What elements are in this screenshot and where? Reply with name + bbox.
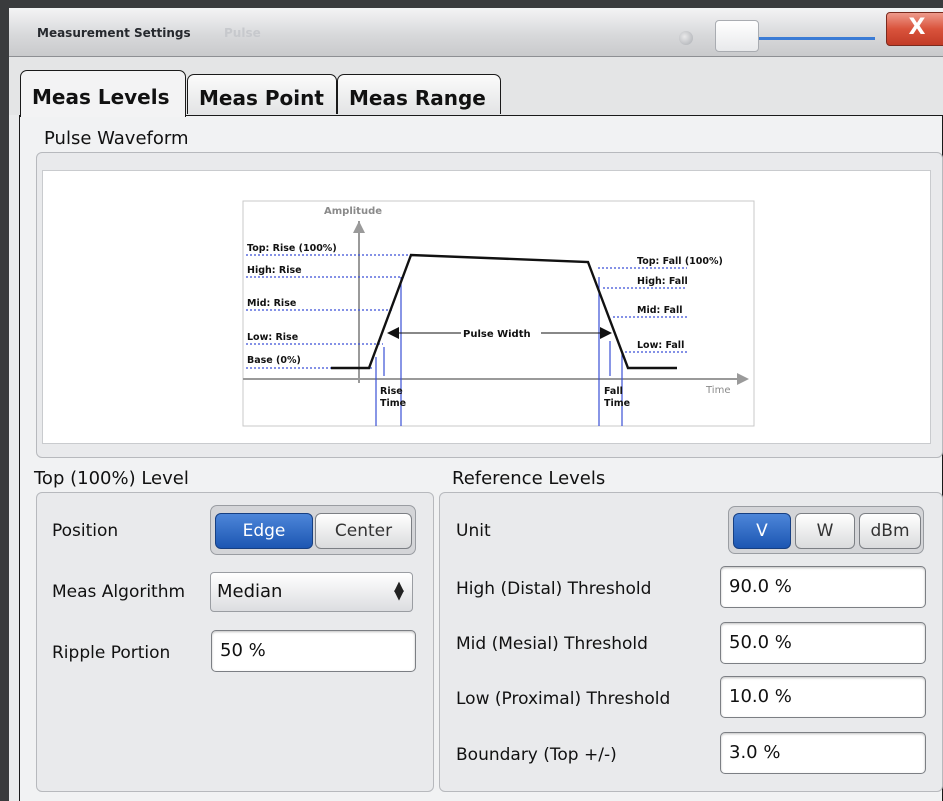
left-level-label: Low: Rise — [247, 332, 298, 343]
boundary-input[interactable]: 3.0 % — [720, 732, 926, 774]
rise-time-label: Rise — [380, 386, 403, 397]
tab-meas-range[interactable]: Meas Range — [337, 74, 501, 114]
right-level-label: High: Fall — [637, 276, 688, 287]
transparency-slider-thumb[interactable] — [715, 20, 759, 52]
window-title: Measurement Settings — [37, 26, 191, 40]
position-center-button[interactable]: Center — [315, 513, 412, 549]
ripple-portion-input[interactable]: 50 % — [211, 630, 416, 672]
position-label: Position — [52, 521, 119, 541]
title-bar: Measurement Settings Pulse X — [9, 8, 943, 57]
ripple-portion-label: Ripple Portion — [52, 643, 171, 663]
high-threshold-input[interactable]: 90.0 % — [720, 566, 926, 608]
pulse-waveform-image: Amplitude Time Pulse Width Top: Rise (10… — [42, 170, 931, 444]
unit-v-button[interactable]: V — [733, 513, 791, 549]
fall-time-label: Fall — [604, 386, 623, 397]
low-threshold-input[interactable]: 10.0 % — [720, 676, 926, 718]
tab-bar: Meas Levels Meas Point Meas Range — [9, 57, 943, 117]
top-level-title: Top (100%) Level — [34, 468, 189, 489]
meas-algorithm-label: Meas Algorithm — [52, 582, 186, 602]
tab-meas-levels[interactable]: Meas Levels — [20, 70, 186, 117]
low-threshold-label: Low (Proximal) Threshold — [456, 689, 671, 709]
right-level-label: Mid: Fall — [637, 305, 682, 316]
position-edge-button[interactable]: Edge — [215, 513, 313, 549]
select-arrows-icon: ▲ ▼ — [394, 579, 404, 603]
high-threshold-label: High (Distal) Threshold — [456, 579, 652, 599]
boundary-label: Boundary (Top +/-) — [456, 745, 617, 765]
pulse-width-label: Pulse Width — [463, 329, 531, 340]
meas-algorithm-select[interactable]: Median ▲ ▼ — [210, 572, 413, 612]
tab-label: Meas Point — [199, 86, 324, 110]
mid-threshold-input[interactable]: 50.0 % — [720, 622, 926, 664]
left-level-label: Top: Rise (100%) — [247, 243, 337, 254]
window-title-ghost: Pulse — [224, 26, 261, 40]
left-level-label: Mid: Rise — [247, 298, 296, 309]
pin-icon[interactable] — [679, 31, 693, 45]
right-level-label: Low: Fall — [637, 340, 684, 351]
close-button[interactable]: X — [886, 12, 943, 46]
tab-label: Meas Levels — [32, 85, 170, 109]
unit-dbm-button[interactable]: dBm — [859, 513, 921, 549]
left-level-label: High: Rise — [247, 265, 302, 276]
tab-meas-point[interactable]: Meas Point — [187, 74, 337, 114]
pulse-waveform-diagram: Amplitude Time Pulse Width Top: Rise (10… — [242, 200, 755, 427]
rise-time-label: Time — [380, 398, 406, 409]
pulse-waveform-title: Pulse Waveform — [44, 128, 189, 149]
mid-threshold-label: Mid (Mesial) Threshold — [456, 634, 648, 654]
meas-algorithm-value: Median — [217, 581, 283, 602]
reference-levels-title: Reference Levels — [452, 468, 606, 489]
close-icon: X — [908, 15, 926, 40]
unit-label: Unit — [456, 521, 491, 541]
fall-time-label: Time — [604, 398, 630, 409]
left-level-label: Base (0%) — [247, 355, 301, 366]
right-level-label: Top: Fall (100%) — [637, 256, 723, 267]
unit-w-button[interactable]: W — [795, 513, 855, 549]
tab-label: Meas Range — [349, 86, 486, 110]
time-axis-label: Time — [705, 385, 730, 396]
transparency-slider-track[interactable] — [757, 37, 875, 40]
amplitude-axis-label: Amplitude — [324, 206, 382, 217]
